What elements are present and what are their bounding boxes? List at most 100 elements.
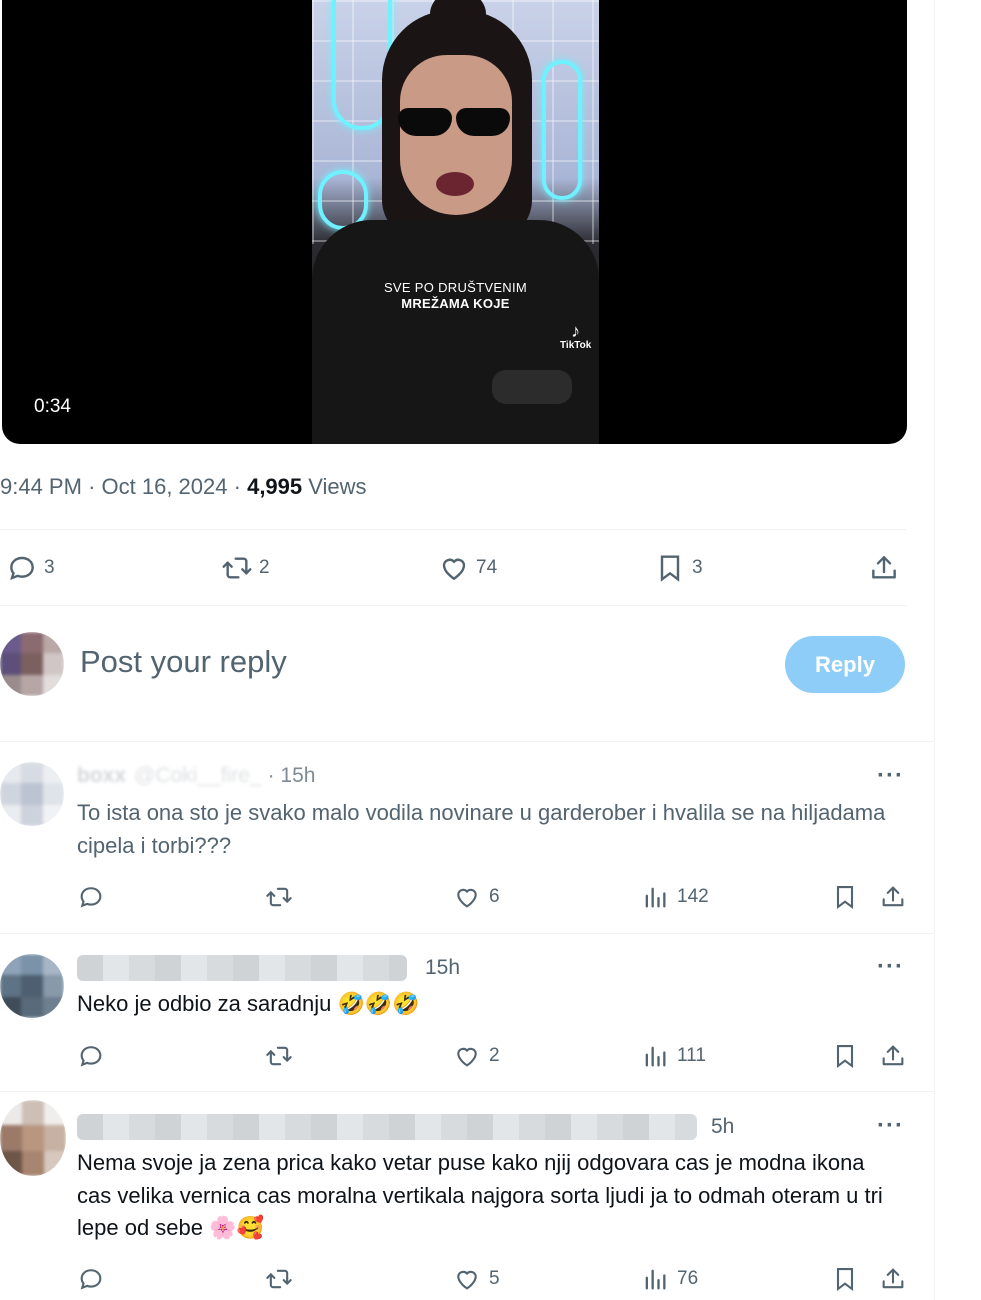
video-duration: 0:34 [34, 396, 71, 417]
reply-icon [10, 556, 34, 580]
reply-input[interactable]: Post your reply [80, 644, 287, 680]
divider [0, 933, 934, 934]
reply-avatar[interactable] [0, 954, 64, 1018]
tiktok-label: TikTok [560, 340, 592, 351]
video-caption-line1: SVE PO DRUŠTVENIM [383, 280, 528, 295]
reply-time[interactable]: 5h [711, 1115, 734, 1139]
divider [0, 741, 934, 742]
share-icon [872, 556, 896, 579]
person-lips [436, 172, 474, 196]
reply-action[interactable]: 3 [6, 552, 55, 584]
views-count: 4,995 [247, 474, 303, 499]
reply-text-body: Nema svoje ja zena prica kako vetar puse… [77, 1150, 883, 1240]
share-button[interactable] [879, 1042, 907, 1070]
share-button[interactable] [879, 883, 907, 911]
own-avatar[interactable] [0, 632, 64, 696]
tiktok-icon: ♪ [571, 321, 581, 341]
repost-action[interactable]: 2 [221, 552, 270, 584]
more-options-icon[interactable]: ··· [877, 1112, 904, 1140]
like-count: 6 [489, 886, 500, 907]
video-caption-line2: MREŽAMA KOJE [401, 296, 510, 311]
repost-icon [266, 887, 292, 907]
bookmark-count: 3 [692, 557, 703, 578]
tiktok-watermark: ♪ TikTok [560, 322, 591, 351]
reply-avatar[interactable] [0, 1100, 66, 1176]
heart-icon [457, 1270, 477, 1290]
reply-icon [80, 1269, 102, 1290]
author-handle[interactable]: @Coki__fire_ [134, 764, 262, 788]
divider [0, 529, 907, 530]
bookmark-action[interactable]: 3 [654, 552, 703, 584]
like-count: 74 [476, 557, 498, 578]
more-options-icon[interactable]: ··· [877, 953, 904, 981]
reply-comment-button[interactable] [77, 883, 105, 911]
reply-text-body: Neko je odbio za saradnju [77, 991, 332, 1016]
like-button[interactable]: 5 [453, 1265, 500, 1293]
reply-header: boxx @Coki__fire_ · 15h [77, 764, 315, 788]
repost-icon [266, 1269, 292, 1289]
tweet-date[interactable]: Oct 16, 2024 [102, 474, 228, 499]
reply-text: To ista ona sto je svako malo vodila nov… [77, 800, 886, 858]
views-count: 142 [677, 886, 709, 907]
like-count: 2 [489, 1045, 500, 1066]
bookmark-button[interactable] [831, 1042, 859, 1070]
video-player[interactable]: SVE PO DRUŠTVENIM MREŽAMA KOJE ♪ TikTok … [2, 0, 907, 444]
bookmark-icon [660, 555, 680, 582]
analytics-icon [645, 1269, 666, 1290]
views-label: Views [308, 474, 367, 499]
flower-smile-emoji: 🌸🥰 [209, 1216, 264, 1241]
share-icon [882, 886, 904, 907]
tweet-meta: 9:44 PM · Oct 16, 2024 · 4,995 Views [0, 474, 367, 500]
share-icon [882, 1045, 904, 1066]
heart-icon [457, 888, 477, 908]
views-button[interactable]: 111 [641, 1042, 706, 1070]
share-action[interactable] [868, 552, 900, 584]
neon-sign [542, 60, 582, 200]
like-button[interactable]: 6 [453, 883, 500, 911]
bookmark-button[interactable] [831, 1265, 859, 1293]
repost-count: 2 [259, 557, 270, 578]
reply-time[interactable]: · 15h [268, 764, 316, 788]
column-border [934, 0, 935, 1300]
more-options-icon[interactable]: ··· [877, 762, 904, 790]
video-frame: SVE PO DRUŠTVENIM MREŽAMA KOJE ♪ TikTok [312, 0, 599, 444]
tweet-time[interactable]: 9:44 PM [0, 474, 82, 499]
heart-icon [457, 1047, 477, 1067]
author-name-blurred[interactable] [77, 1114, 697, 1140]
reply-avatar[interactable] [0, 762, 64, 826]
views-button[interactable]: 76 [641, 1265, 698, 1293]
like-action[interactable]: 74 [438, 552, 497, 584]
bookmark-button[interactable] [831, 883, 859, 911]
views-button[interactable]: 142 [641, 883, 709, 911]
repost-icon [266, 1046, 292, 1066]
rofl-emoji: 🤣🤣🤣 [337, 992, 420, 1017]
reply-text: Neko je odbio za saradnju 🤣🤣🤣 [77, 988, 897, 1022]
views-count: 111 [677, 1045, 706, 1066]
repost-button[interactable] [265, 883, 293, 911]
like-button[interactable]: 2 [453, 1042, 500, 1070]
bookmark-icon [836, 886, 854, 910]
reply-time[interactable]: 15h [425, 956, 460, 980]
repost-icon [222, 557, 252, 579]
author-name-blurred[interactable] [77, 955, 407, 981]
share-button[interactable] [879, 1265, 907, 1293]
meta-separator: · [88, 474, 96, 499]
repost-button[interactable] [265, 1265, 293, 1293]
like-count: 5 [489, 1268, 500, 1289]
person-jacket [312, 220, 599, 444]
repost-button[interactable] [265, 1042, 293, 1070]
share-icon [882, 1268, 904, 1289]
author-name[interactable]: boxx [77, 764, 126, 788]
reply-header: 5h [77, 1114, 734, 1140]
analytics-icon [645, 887, 666, 908]
sunglasses [392, 108, 512, 138]
reply-button[interactable]: Reply [785, 636, 905, 693]
reply-header: 15h [77, 955, 460, 981]
bookmark-icon [836, 1268, 854, 1292]
divider [0, 1091, 934, 1092]
reply-comment-button[interactable] [77, 1265, 105, 1293]
analytics-icon [645, 1046, 666, 1067]
divider [0, 605, 907, 606]
reply-comment-button[interactable] [77, 1042, 105, 1070]
reply-count: 3 [44, 557, 55, 578]
